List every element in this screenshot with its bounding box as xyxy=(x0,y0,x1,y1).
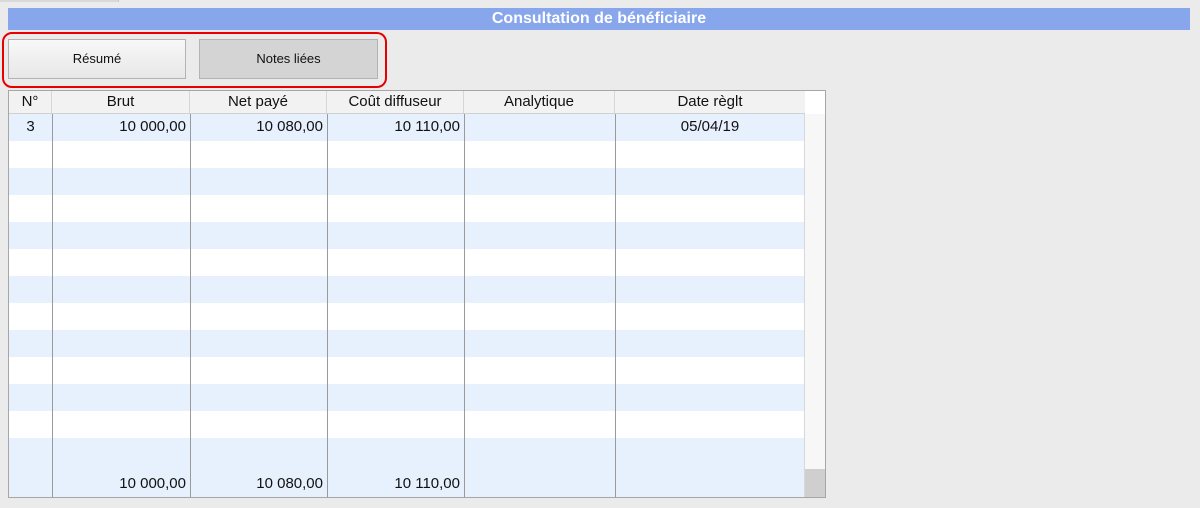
column-header-brut[interactable]: Brut xyxy=(52,91,190,113)
column-divider xyxy=(190,114,191,497)
table-header: N° Brut Net payé Coût diffuseur Analytiq… xyxy=(9,91,805,114)
table-row[interactable] xyxy=(9,249,805,276)
resume-button[interactable]: Résumé xyxy=(8,39,186,79)
column-divider xyxy=(615,114,616,497)
table-row[interactable] xyxy=(9,411,805,438)
column-divider xyxy=(464,114,465,497)
total-brut: 10 000,00 xyxy=(119,475,186,492)
column-divider xyxy=(327,114,328,497)
column-header-analytique[interactable]: Analytique xyxy=(464,91,615,113)
column-header-cout-diffuseur[interactable]: Coût diffuseur xyxy=(327,91,464,113)
cell-analytique xyxy=(464,114,615,140)
vertical-scrollbar[interactable] xyxy=(804,114,825,497)
cell-net-paye: 10 080,00 xyxy=(256,118,323,135)
table-body: 3 10 000,00 10 080,00 10 110,00 05/04/19… xyxy=(9,114,805,497)
linked-notes-button[interactable]: Notes liées xyxy=(199,39,378,79)
top-tab xyxy=(0,0,119,2)
column-divider xyxy=(52,114,53,497)
table-row[interactable] xyxy=(9,276,805,303)
table-row[interactable] xyxy=(9,384,805,411)
cell-brut: 10 000,00 xyxy=(119,118,186,135)
table-row[interactable] xyxy=(9,303,805,330)
table-row[interactable] xyxy=(9,141,805,168)
column-header-net-paye[interactable]: Net payé xyxy=(190,91,327,113)
column-header-number[interactable]: N° xyxy=(9,91,52,113)
cell-number: 3 xyxy=(26,118,35,135)
beneficiary-table[interactable]: N° Brut Net payé Coût diffuseur Analytiq… xyxy=(8,90,826,498)
total-net-paye: 10 080,00 xyxy=(256,475,323,492)
scrollbar-thumb[interactable] xyxy=(805,469,825,497)
table-row[interactable] xyxy=(9,330,805,357)
table-row[interactable] xyxy=(9,195,805,222)
total-cout-diffuseur: 10 110,00 xyxy=(394,475,460,492)
column-header-date-reglt[interactable]: Date règlt xyxy=(615,91,805,113)
table-row[interactable] xyxy=(9,357,805,384)
table-row[interactable] xyxy=(9,168,805,195)
cell-cout-diffuseur: 10 110,00 xyxy=(394,118,460,135)
window-title: Consultation de bénéficiaire xyxy=(8,8,1190,30)
table-row[interactable] xyxy=(9,222,805,249)
cell-date-reglt: 05/04/19 xyxy=(680,118,740,135)
